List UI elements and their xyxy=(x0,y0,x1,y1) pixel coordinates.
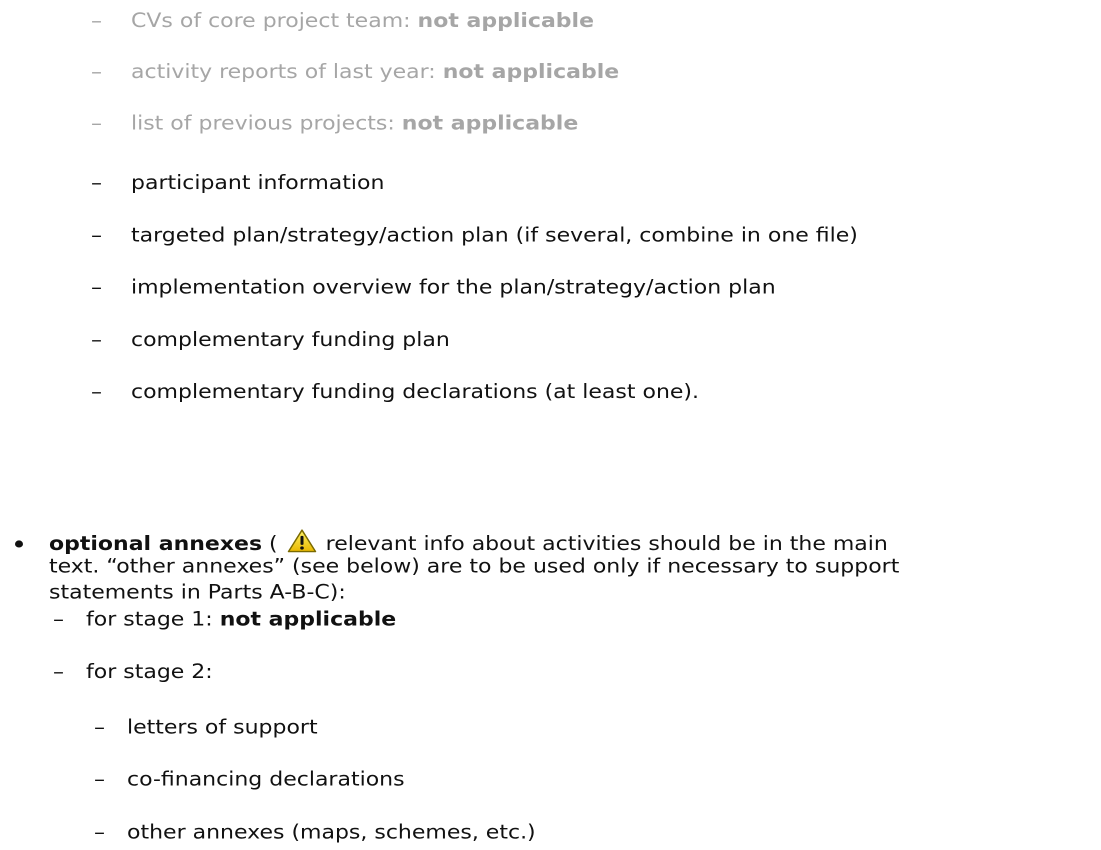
dash-marker: – xyxy=(94,768,105,791)
list-item-grey: – list of previous projects: not applica… xyxy=(91,112,579,136)
dash-marker: – xyxy=(94,716,105,740)
list-item: – complementary funding plan xyxy=(91,329,450,352)
stage1-item: – for stage 1: not applicable xyxy=(53,608,397,631)
dash-marker: – xyxy=(91,171,102,195)
dash-marker: – xyxy=(94,821,105,844)
optional-annexes-line1: optional annexes ( relevant info about a… xyxy=(49,529,888,558)
dash-marker: – xyxy=(91,329,102,352)
list-item-grey: – CVs of core project team: not applicab… xyxy=(91,9,595,33)
optional-annexes-title: optional annexes xyxy=(49,533,263,556)
dash-marker: – xyxy=(91,381,102,404)
list-item: – participant information xyxy=(91,171,385,195)
list-item: – targeted plan/strategy/action plan (if… xyxy=(91,224,858,247)
list-item: – implementation overview for the plan/s… xyxy=(91,276,776,299)
bullet-marker xyxy=(15,540,23,548)
dash-marker: – xyxy=(91,276,102,299)
dash-marker: – xyxy=(91,9,102,33)
dash-marker: – xyxy=(91,60,102,84)
stage2-subitem: – letters of support xyxy=(94,716,318,740)
optional-annexes-line3: statements in Parts A-B-C): xyxy=(49,581,346,604)
stage2-subitem: – other annexes (maps, schemes, etc.) xyxy=(94,821,536,844)
dash-marker: – xyxy=(91,112,102,136)
stage2-subitem: – co-financing declarations xyxy=(94,768,405,791)
stage2-item: for stage 2: xyxy=(86,661,213,684)
dash-marker: – xyxy=(53,661,64,684)
list-item-grey: – activity reports of last year: not app… xyxy=(91,60,620,84)
list-item: – complementary funding declarations (at… xyxy=(91,381,700,404)
optional-annexes-line2: text. “other annexes” (see below) are to… xyxy=(49,555,900,578)
warning-icon xyxy=(287,529,317,553)
dash-marker: – xyxy=(53,608,64,631)
dash-marker: – xyxy=(91,224,102,247)
document-page: – CVs of core project team: not applicab… xyxy=(0,0,1101,850)
